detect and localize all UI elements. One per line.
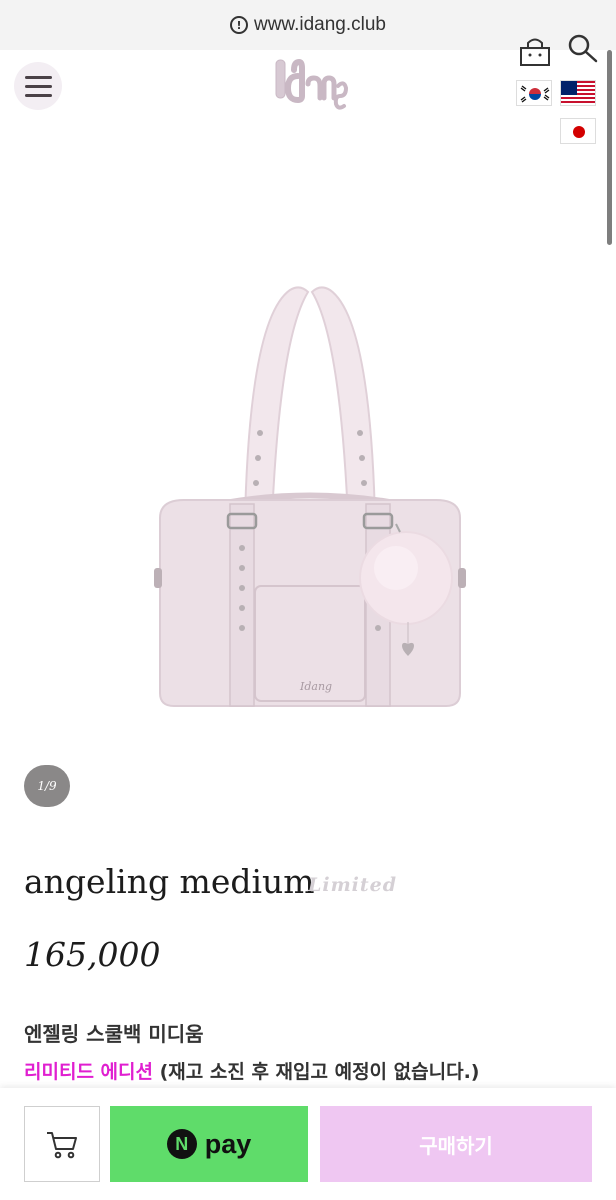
limited-edition-label: 리미티드 에디션: [24, 1061, 153, 1083]
menu-button[interactable]: [14, 62, 62, 110]
hamburger-line: [24, 75, 52, 79]
us-flag-icon[interactable]: [560, 80, 596, 106]
limited-badge: Limited: [308, 874, 398, 896]
restock-note: (재고 소진 후 재입고 예정이 없습니다.): [159, 1061, 480, 1083]
gallery-pager[interactable]: 1/9: [24, 765, 70, 807]
buy-now-button[interactable]: 구매하기: [320, 1106, 592, 1182]
cart-icon: [47, 1132, 77, 1159]
naver-n-icon: N: [166, 1129, 197, 1159]
add-to-cart-button[interactable]: [24, 1106, 100, 1182]
limited-edition-note: 리미티드 에디션 (재고 소진 후 재입고 예정이 없습니다.): [24, 1057, 479, 1084]
search-icon[interactable]: [566, 34, 600, 64]
japan-flag-icon[interactable]: [560, 118, 596, 144]
npay-button[interactable]: N pay: [110, 1106, 308, 1182]
hamburger-line: [24, 84, 52, 88]
url-text: www.idang.club: [253, 14, 387, 35]
shopping-bag-icon[interactable]: [518, 38, 552, 66]
product-title: angeling medium: [24, 862, 315, 901]
korean-flag-icon[interactable]: [516, 80, 552, 106]
product-price: 165,000: [24, 935, 161, 974]
purchase-bar: N pay 구매하기: [0, 1088, 616, 1200]
page-scrollbar[interactable]: [607, 50, 612, 245]
hamburger-line: [24, 93, 52, 97]
svg-text:Idang: Idang: [299, 680, 332, 693]
product-image[interactable]: Idang: [140, 278, 480, 718]
url-display[interactable]: ! www.idang.club: [229, 14, 387, 36]
info-icon[interactable]: !: [229, 16, 248, 34]
npay-label: pay: [204, 1128, 252, 1159]
product-name-korean: 엔젤링 스쿨백 미디움: [24, 1022, 204, 1046]
site-logo[interactable]: [268, 56, 348, 118]
